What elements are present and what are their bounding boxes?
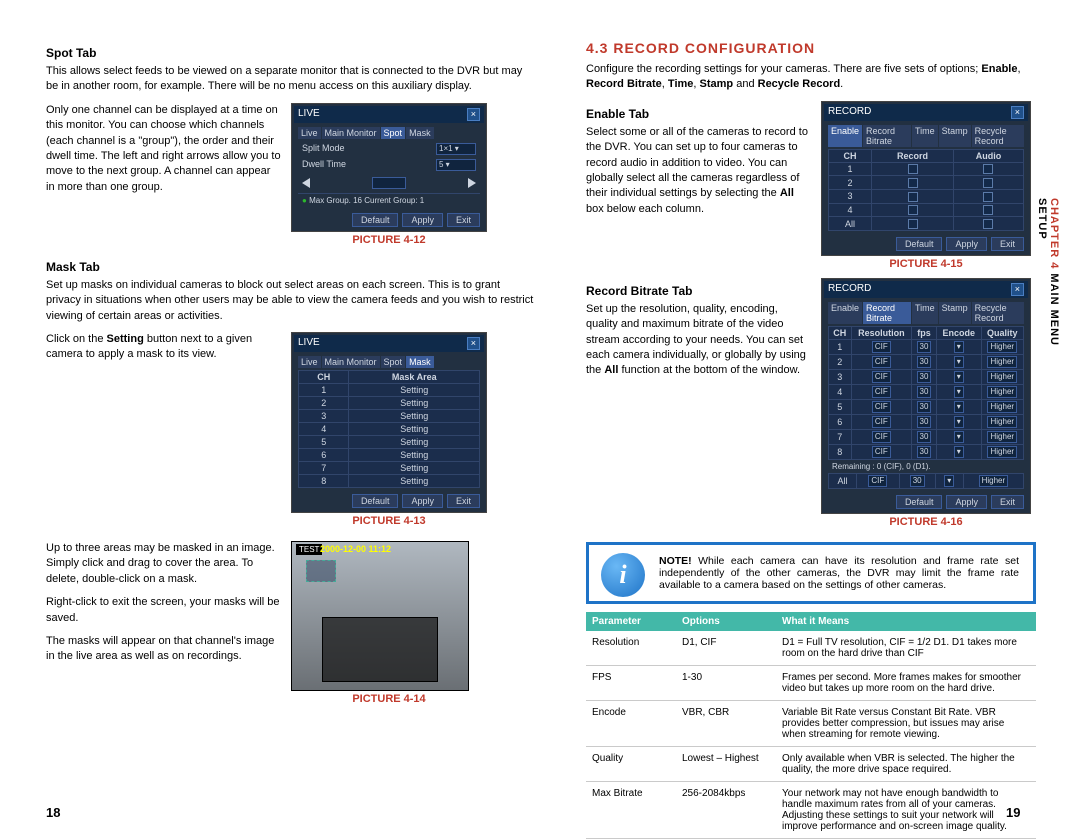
figure-4-13: LIVE× LiveMain MonitorSpotMask CHMask Ar…: [291, 332, 487, 513]
figure-4-15: RECORD× EnableRecord BitrateTimeStampRec…: [821, 101, 1031, 256]
fig14-p3: The masks will appear on that channel's …: [46, 634, 281, 665]
caption-4-16: PICTURE 4-16: [821, 516, 1031, 528]
fig13-side: Click on the Setting button next to a gi…: [46, 332, 281, 363]
bitrate-tab-desc: Set up the resolution, quality, encoding…: [586, 302, 811, 379]
fig12-tabs: Live Main Monitor Spot Mask: [298, 127, 480, 139]
caption-4-12: PICTURE 4-12: [291, 234, 487, 246]
fig14-p2: Right-click to exit the screen, your mas…: [46, 595, 281, 626]
page-left: Spot Tab This allows select feeds to be …: [46, 40, 536, 713]
fig14-p1: Up to three areas may be masked in an im…: [46, 541, 281, 587]
figure-4-14: TEST 2000-12-00 11:12: [291, 541, 469, 691]
arrow-left-icon: [302, 178, 310, 188]
info-icon: i: [601, 553, 645, 597]
section-title: 4.3 RECORD CONFIGURATION: [586, 40, 1036, 56]
fig13-table: CHMask Area 1Setting2Setting3Setting4Set…: [298, 370, 480, 488]
enable-tab-desc: Select some or all of the cameras to rec…: [586, 125, 811, 217]
enable-tab-head: Enable Tab: [586, 107, 811, 121]
parameters-table: Parameter Options What it Means Resoluti…: [586, 612, 1036, 839]
page-number-right: 19: [1006, 805, 1020, 820]
spot-tab-head: Spot Tab: [46, 46, 536, 60]
caption-4-13: PICTURE 4-13: [291, 515, 487, 527]
spot-tab-desc: This allows select feeds to be viewed on…: [46, 64, 536, 95]
close-icon: ×: [1011, 283, 1024, 296]
spot-tab-para: Only one channel can be displayed at a t…: [46, 103, 281, 195]
figure-4-16: RECORD× EnableRecord BitrateTimeStampRec…: [821, 278, 1031, 514]
mask-tab-desc: Set up masks on individual cameras to bl…: [46, 278, 536, 324]
page-right: 4.3 RECORD CONFIGURATION Configure the r…: [586, 40, 1036, 839]
arrow-right-icon: [468, 178, 476, 188]
caption-4-15: PICTURE 4-15: [821, 258, 1031, 270]
close-icon: ×: [467, 337, 480, 350]
page-number-left: 18: [46, 805, 60, 820]
fig12-title: LIVE: [298, 108, 320, 121]
note-box: i NOTE! While each camera can have its r…: [586, 542, 1036, 604]
close-icon: ×: [1011, 106, 1024, 119]
chapter-thumb: CHAPTER 4 MAIN MENU SETUP: [1036, 198, 1060, 348]
figure-4-12: LIVE× Live Main Monitor Spot Mask Split …: [291, 103, 487, 232]
close-icon: ×: [467, 108, 480, 121]
bitrate-tab-head: Record Bitrate Tab: [586, 284, 811, 298]
record-intro: Configure the recording settings for you…: [586, 62, 1036, 93]
mask-tab-head: Mask Tab: [46, 260, 536, 274]
caption-4-14: PICTURE 4-14: [291, 693, 487, 705]
